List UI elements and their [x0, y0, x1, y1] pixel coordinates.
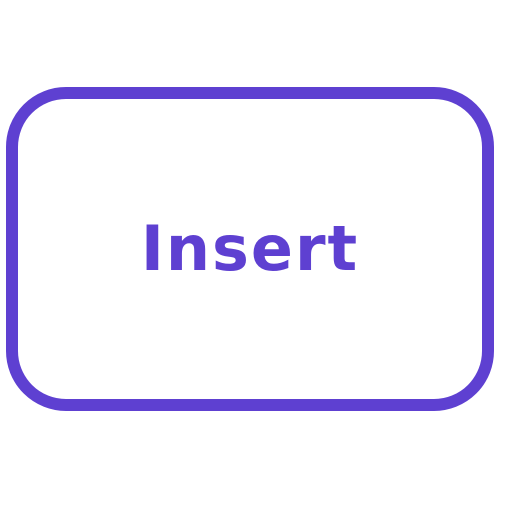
- icon-canvas: Insert: [0, 0, 512, 512]
- insert-key-icon: Insert: [6, 87, 494, 411]
- insert-key-label: Insert: [140, 212, 360, 285]
